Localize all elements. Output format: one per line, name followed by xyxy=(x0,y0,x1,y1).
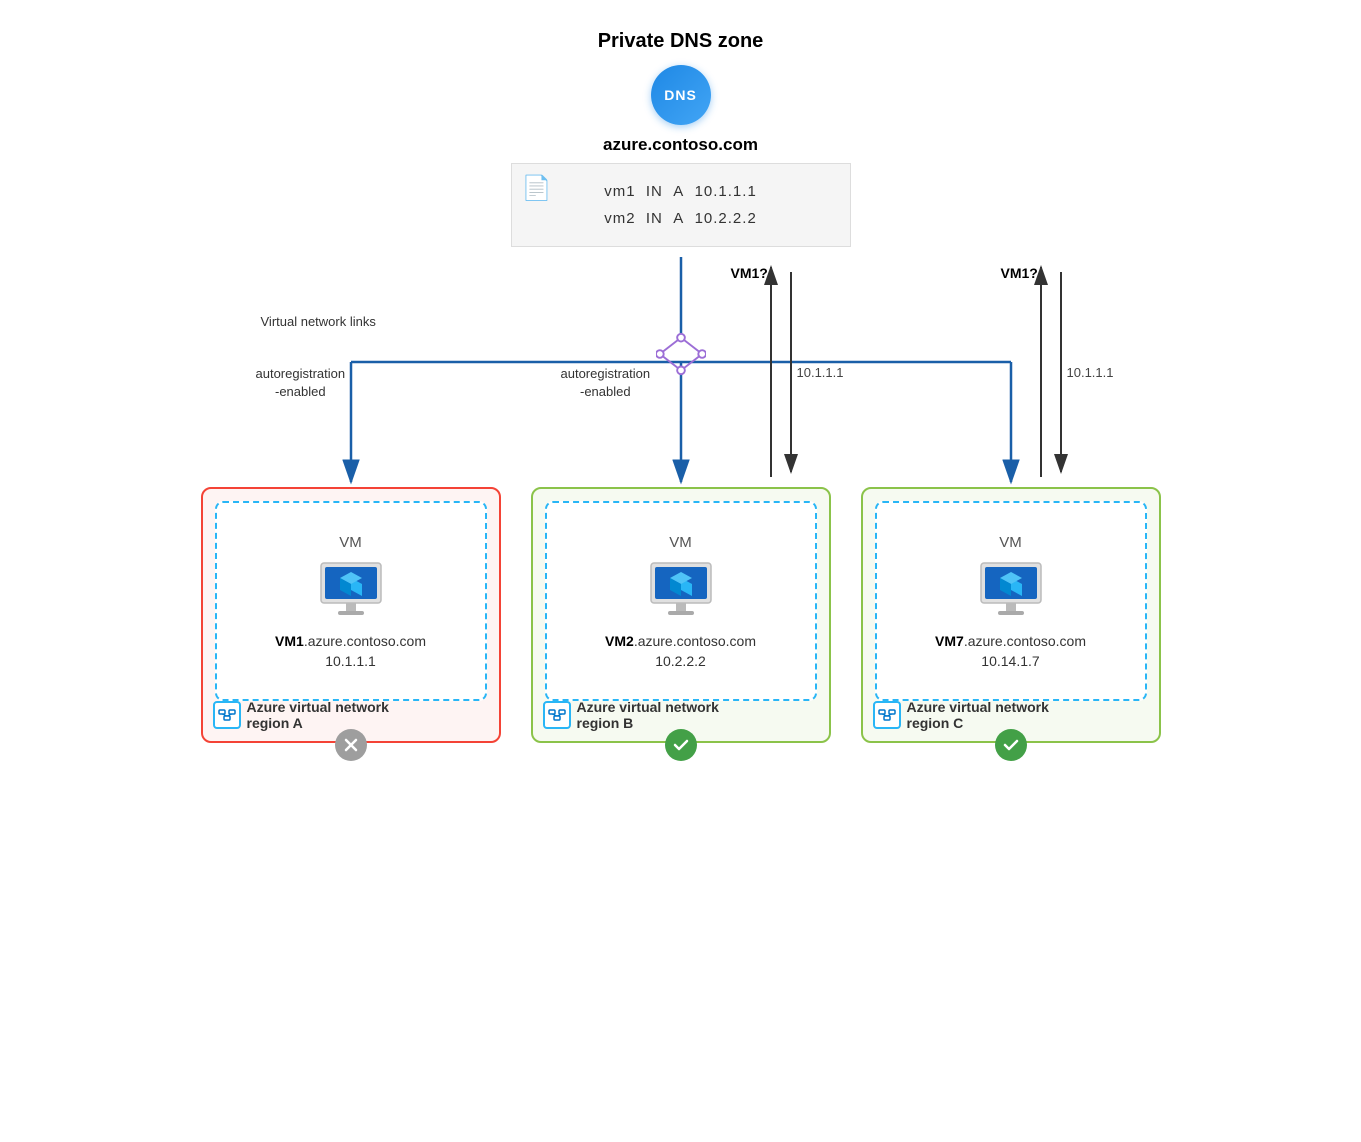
dns-records-box: 📄 vm1 IN A 10.1.1.1 vm2 IN A 10.2.2.2 xyxy=(511,163,851,247)
region-a-vm-name: VM1.azure.contoso.com xyxy=(275,633,426,649)
vm1-query-right: VM1? xyxy=(1001,265,1038,281)
region-c-vnet-icon xyxy=(873,701,901,729)
region-c-label-row: Azure virtual networkregion C xyxy=(873,699,1049,731)
region-a-label-row: Azure virtual networkregion A xyxy=(213,699,389,731)
region-c-vm-inner: VM VM7.azure.contoso.com xyxy=(875,501,1147,701)
region-c-vm-ip: 10.14.1.7 xyxy=(981,653,1039,669)
ip-return-right: 10.1.1.1 xyxy=(1067,365,1114,380)
region-a-vm-icon xyxy=(316,561,386,621)
region-b-name: Azure virtual networkregion B xyxy=(577,699,719,731)
dns-icon: DNS xyxy=(651,65,711,125)
region-a-vm-label: VM xyxy=(339,534,362,551)
dns-zone-name: azure.contoso.com xyxy=(603,135,758,155)
dns-record-vm2: vm2 IN A 10.2.2.2 xyxy=(552,205,810,232)
region-c-vm-bold: VM7 xyxy=(935,633,964,649)
region-c-vm-icon xyxy=(976,561,1046,621)
region-b-vm-icon xyxy=(646,561,716,621)
region-c-box: VM VM7.azure.contoso.com xyxy=(861,487,1161,743)
region-c-name: Azure virtual networkregion C xyxy=(907,699,1049,731)
region-b-vm-inner: VM VM2.azure.contoso.com xyxy=(545,501,817,701)
region-a-vm-inner: VM xyxy=(215,501,487,701)
region-b-box: VM VM2.azure.contoso.com xyxy=(531,487,831,743)
dns-zone-title: Private DNS zone xyxy=(598,30,764,53)
dns-header: Private DNS zone DNS azure.contoso.com 📄… xyxy=(511,30,851,247)
region-b-vm-label: VM xyxy=(669,534,692,551)
vm-boxes-section: VM xyxy=(131,487,1231,743)
diagram-container: Private DNS zone DNS azure.contoso.com 📄… xyxy=(131,30,1231,743)
region-b-vm-bold: VM2 xyxy=(605,633,634,649)
region-c-vm-label: VM xyxy=(999,534,1022,551)
region-c-status-badge xyxy=(995,729,1027,761)
region-b-vm-ip: 10.2.2.2 xyxy=(655,653,706,669)
vnet-link-icon xyxy=(656,329,706,384)
region-a-box: VM xyxy=(201,487,501,743)
network-links-label: Virtual network links xyxy=(261,312,376,332)
region-c-vm-suffix: .azure.contoso.com xyxy=(964,633,1086,649)
region-b-vnet-icon xyxy=(543,701,571,729)
document-icon: 📄 xyxy=(522,174,552,203)
dns-record-vm1: vm1 IN A 10.1.1.1 xyxy=(552,178,810,205)
region-a-status-badge xyxy=(335,729,367,761)
ip-return-center: 10.1.1.1 xyxy=(797,365,844,380)
region-c-wrapper: VM VM7.azure.contoso.com xyxy=(861,487,1161,743)
region-c-vm-name: VM7.azure.contoso.com xyxy=(935,633,1086,649)
region-a-name: Azure virtual networkregion A xyxy=(247,699,389,731)
region-b-wrapper: VM VM2.azure.contoso.com xyxy=(531,487,831,743)
autoregistration-label-center: autoregistration-enabled xyxy=(561,365,651,401)
region-a-vnet-icon xyxy=(213,701,241,729)
region-b-label-row: Azure virtual networkregion B xyxy=(543,699,719,731)
region-a-vm-suffix: .azure.contoso.com xyxy=(304,633,426,649)
region-b-vm-suffix: .azure.contoso.com xyxy=(634,633,756,649)
region-a-vm-ip: 10.1.1.1 xyxy=(325,653,376,669)
middle-connectors: Virtual network links autoregistration-e… xyxy=(201,257,1161,487)
region-b-vm-name: VM2.azure.contoso.com xyxy=(605,633,756,649)
autoregistration-label-left: autoregistration-enabled xyxy=(256,365,346,401)
dns-icon-label: DNS xyxy=(664,87,697,103)
vm1-query-center: VM1? xyxy=(731,265,768,281)
region-b-status-badge xyxy=(665,729,697,761)
region-a-vm-bold: VM1 xyxy=(275,633,304,649)
region-a-wrapper: VM xyxy=(201,487,501,743)
